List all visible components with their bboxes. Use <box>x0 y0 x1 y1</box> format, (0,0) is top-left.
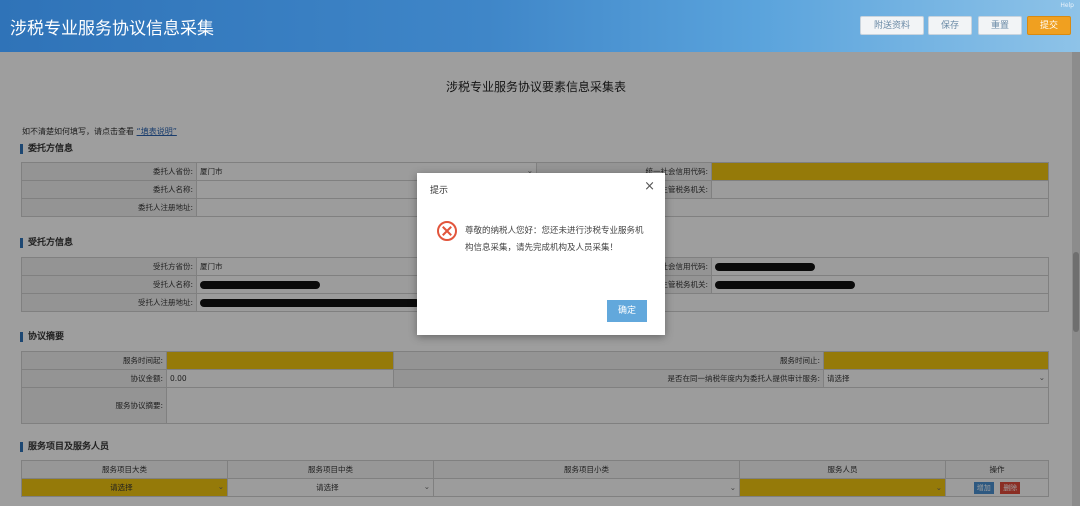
redaction <box>715 263 815 271</box>
start-date-label: 服务时间起: <box>21 351 167 370</box>
ops-cell: 增加 删除 <box>945 478 1049 497</box>
client-credit-input[interactable] <box>711 162 1049 181</box>
delete-button[interactable]: 删除 <box>1000 481 1021 494</box>
end-date-label: 服务时间止: <box>393 351 824 370</box>
major-value: 请选择 <box>110 483 133 492</box>
staff-select[interactable]: ⌄ <box>739 478 946 497</box>
agreement-table: 服务时间起: 服务时间止: 协议金额: 0.00 是否在同一纳税年度内为委托人提… <box>21 351 1049 424</box>
agent-province-label: 受托方省份: <box>21 257 197 276</box>
amount-input[interactable]: 0.00 <box>166 369 394 388</box>
page-scrollbar[interactable] <box>1072 52 1080 506</box>
dialog-message: 尊敬的纳税人您好：您还未进行涉税专业服务机构信息采集，请先完成机构及人员采集！ <box>465 226 644 253</box>
header-staff: 服务人员 <box>739 460 946 479</box>
hint-text: 如不清楚如何填写，请点击查看 <box>22 127 134 136</box>
amount-label: 协议金额: <box>21 369 167 388</box>
chevron-down-icon: ⌄ <box>1038 373 1045 382</box>
header-middle: 服务项目中类 <box>227 460 434 479</box>
agent-tax-value <box>711 275 1049 294</box>
error-icon <box>437 221 457 241</box>
close-icon[interactable]: × <box>644 179 655 194</box>
redaction <box>200 299 420 307</box>
ok-button[interactable]: 确定 <box>607 300 647 322</box>
middle-value: 请选择 <box>316 483 339 492</box>
dialog-title: 提示 <box>430 186 449 196</box>
section-client: 委托方信息 <box>20 144 73 154</box>
agent-credit-value <box>711 257 1049 276</box>
client-name-label: 委托人名称: <box>21 180 197 199</box>
app-header: 涉税专业服务协议信息采集 Help 附送资料 保存 重置 提交 <box>0 0 1080 52</box>
section-service: 服务项目及服务人员 <box>20 442 109 452</box>
app-title: 涉税专业服务协议信息采集 <box>10 19 214 39</box>
header-major: 服务项目大类 <box>21 460 228 479</box>
agent-name-label: 受托人名称: <box>21 275 197 294</box>
chevron-down-icon: ⌄ <box>729 483 736 492</box>
chevron-down-icon: ⌄ <box>423 482 430 491</box>
agent-address-label: 受托人注册地址: <box>21 293 197 312</box>
scrollbar-thumb[interactable] <box>1073 252 1079 332</box>
summary-label: 服务协议摘要: <box>21 387 167 424</box>
major-select[interactable]: 请选择 ⌄ <box>21 478 228 497</box>
agent-province-value: 厦门市 <box>200 262 223 271</box>
add-button[interactable]: 增加 <box>973 481 994 494</box>
form-title: 涉税专业服务协议要素信息采集表 <box>445 80 626 94</box>
redaction <box>200 281 320 289</box>
reset-button[interactable]: 重置 <box>978 16 1022 35</box>
section-agreement: 协议摘要 <box>20 332 64 342</box>
client-tax-input[interactable] <box>711 180 1049 199</box>
audit-value: 请选择 <box>827 374 850 383</box>
minor-select[interactable]: ⌄ <box>433 478 740 497</box>
summary-textarea[interactable] <box>166 387 1049 424</box>
header-ops: 操作 <box>945 460 1049 479</box>
end-date-input[interactable] <box>823 351 1049 370</box>
section-agent: 受托方信息 <box>20 238 73 248</box>
save-button[interactable]: 保存 <box>928 16 972 35</box>
start-date-input[interactable] <box>166 351 394 370</box>
help-mark: Help <box>1060 2 1074 9</box>
fill-instructions-link[interactable]: “填表说明” <box>137 127 177 136</box>
header-minor: 服务项目小类 <box>433 460 740 479</box>
audit-label: 是否在同一纳税年度内为委托人提供审计服务: <box>393 369 824 388</box>
chevron-down-icon: ⌄ <box>217 482 224 491</box>
audit-select[interactable]: 请选择 ⌄ <box>823 369 1049 388</box>
client-province-label: 委托人省份: <box>21 162 197 181</box>
service-table: 服务项目大类 服务项目中类 服务项目小类 服务人员 操作 请选择 ⌄ 请选择 ⌄ ⌄… <box>21 460 1049 497</box>
alert-dialog: 提示 × 尊敬的纳税人您好：您还未进行涉税专业服务机构信息采集，请先完成机构及人… <box>417 173 665 335</box>
chevron-down-icon: ⌄ <box>935 483 942 492</box>
submit-button[interactable]: 提交 <box>1027 16 1071 35</box>
attach-docs-button[interactable]: 附送资料 <box>860 16 924 35</box>
redaction <box>715 281 855 289</box>
client-address-label: 委托人注册地址: <box>21 198 197 217</box>
client-province-value: 厦门市 <box>200 167 223 176</box>
middle-select[interactable]: 请选择 ⌄ <box>227 478 434 497</box>
help-hint: 如不清楚如何填写，请点击查看 “填表说明” <box>22 126 177 137</box>
